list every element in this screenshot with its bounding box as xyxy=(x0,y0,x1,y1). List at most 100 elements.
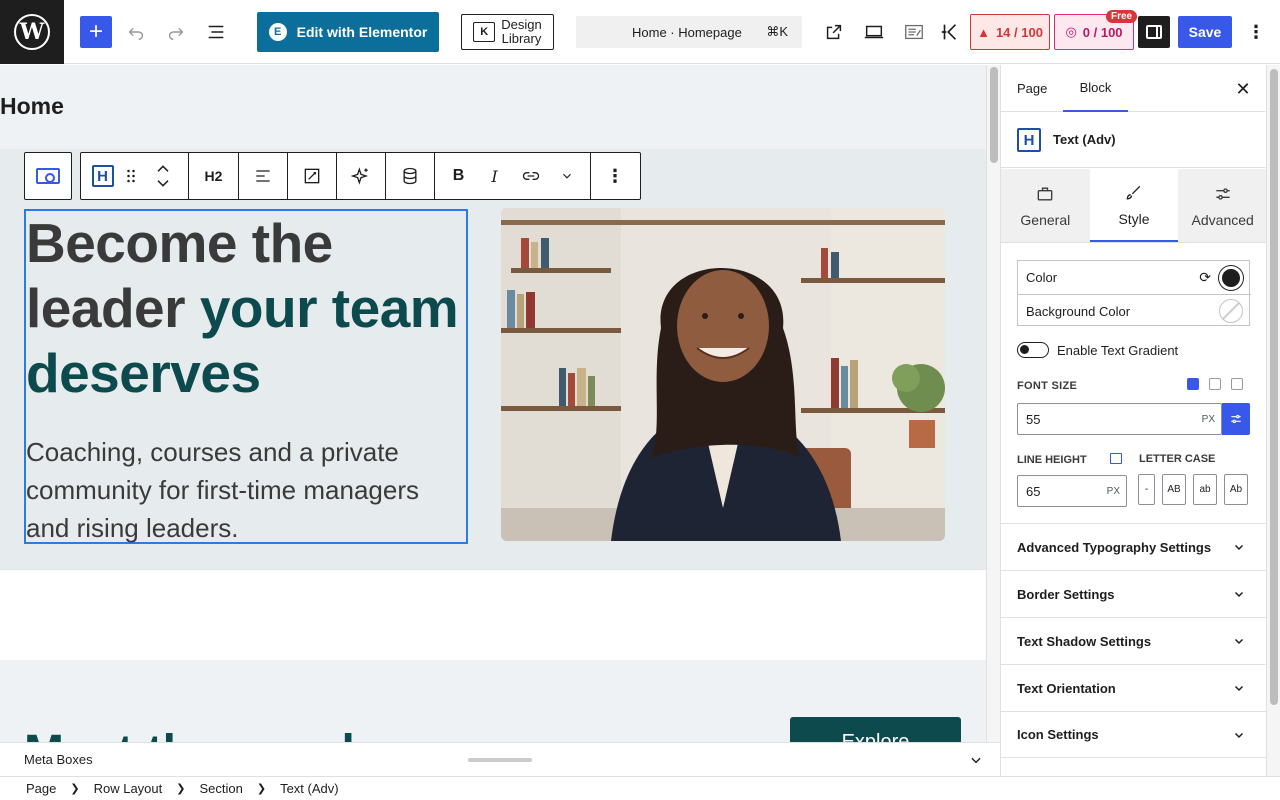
credits-badge-red[interactable]: ▲ 14 / 100 xyxy=(970,14,1050,50)
format-group: B I xyxy=(435,153,591,199)
block-switcher-group: H xyxy=(81,153,189,199)
edit-with-elementor-button[interactable]: E Edit with Elementor xyxy=(257,12,439,52)
more-vertical-icon: ⋮ xyxy=(1247,21,1265,42)
reset-icon[interactable]: ⟳ xyxy=(1199,269,1211,286)
close-sidebar-button[interactable]: ✕ xyxy=(1231,77,1255,101)
font-size-unit[interactable]: PX xyxy=(1202,414,1215,425)
mobile-icon[interactable] xyxy=(1231,378,1243,390)
block-type-button[interactable]: H xyxy=(87,153,119,199)
tab-block[interactable]: Block xyxy=(1063,65,1128,112)
heading-level-button[interactable]: H2 xyxy=(189,153,239,199)
brush-icon xyxy=(1126,185,1141,200)
text-shadow-accordion[interactable]: Text Shadow Settings xyxy=(1001,617,1266,664)
advanced-typography-accordion[interactable]: Advanced Typography Settings xyxy=(1001,523,1266,570)
block-card-title: Text (Adv) xyxy=(1053,132,1116,147)
design-library-button[interactable]: K Design Library xyxy=(461,14,554,50)
align-button[interactable] xyxy=(239,153,288,199)
coach-section-heading[interactable]: Meet the coach xyxy=(24,725,371,742)
save-button[interactable]: Save xyxy=(1178,16,1232,48)
block-toolbar: H H2 B I ⋮ xyxy=(80,152,641,200)
view-page-button[interactable] xyxy=(818,16,850,48)
options-menu-button[interactable]: ⋮ xyxy=(1244,16,1268,48)
block-card: H Text (Adv) xyxy=(1001,112,1266,168)
letter-case-uppercase[interactable]: AB xyxy=(1162,474,1186,505)
spacer-section[interactable] xyxy=(0,569,986,660)
letter-case-label: LETTER CASE xyxy=(1139,453,1216,465)
dynamic-content-button[interactable] xyxy=(288,153,337,199)
elementor-icon: E xyxy=(268,23,287,41)
text-gradient-label: Enable Text Gradient xyxy=(1057,342,1179,358)
redo-button[interactable] xyxy=(160,16,192,48)
accordion-label: Text Shadow Settings xyxy=(1017,633,1152,649)
background-color-control[interactable]: Background Color xyxy=(1018,294,1251,327)
sidebar-scroll-thumb[interactable] xyxy=(1270,69,1278,705)
font-size-custom-toggle[interactable] xyxy=(1222,403,1250,435)
resize-handle[interactable] xyxy=(468,758,532,762)
tab-page[interactable]: Page xyxy=(1017,65,1047,112)
bold-icon: B xyxy=(452,167,465,184)
drag-handle[interactable] xyxy=(119,153,143,199)
kadence-tools-button[interactable] xyxy=(934,16,966,48)
letter-case-lowercase[interactable]: ab xyxy=(1193,474,1217,505)
letter-case-none[interactable]: - xyxy=(1138,474,1155,505)
text-adv-block[interactable]: Become the leader your team deserves Coa… xyxy=(24,209,468,544)
desktop-icon[interactable] xyxy=(1110,453,1122,464)
notes-button[interactable] xyxy=(898,16,930,48)
icon-settings-accordion[interactable]: Icon Settings xyxy=(1001,711,1266,758)
breadcrumb-row-layout[interactable]: Row Layout xyxy=(88,781,169,796)
canvas-scroll-thumb[interactable] xyxy=(990,67,998,163)
add-block-button[interactable]: + xyxy=(80,16,112,48)
settings-sidebar-toggle[interactable] xyxy=(1138,16,1170,48)
wordpress-logo[interactable]: W xyxy=(0,0,64,64)
more-formats-button[interactable] xyxy=(549,153,585,199)
hero-subtext[interactable]: Coaching, courses and a private communit… xyxy=(26,433,466,547)
chevron-down-icon[interactable] xyxy=(968,753,984,767)
document-overview-button[interactable] xyxy=(200,16,232,48)
block-options-button[interactable]: ⋮ xyxy=(591,153,639,199)
subtab-general[interactable]: General xyxy=(1001,169,1090,242)
undo-button[interactable] xyxy=(120,16,152,48)
close-icon: ✕ xyxy=(1235,78,1251,99)
border-settings-accordion[interactable]: Border Settings xyxy=(1001,570,1266,617)
text-color-control[interactable]: Color ⟳ xyxy=(1018,261,1251,294)
command-palette-button[interactable]: Home · Homepage ⌘K xyxy=(576,16,802,48)
page-title[interactable]: Home xyxy=(0,93,64,120)
background-color-label: Background Color xyxy=(1026,303,1131,319)
plus-icon: + xyxy=(88,18,103,45)
text-orientation-accordion[interactable]: Text Orientation xyxy=(1001,664,1266,711)
color-settings: Color ⟳ Background Color xyxy=(1017,260,1251,327)
design-library-label: Design Library xyxy=(501,18,541,46)
desktop-icon xyxy=(864,25,884,39)
wordpress-icon: W xyxy=(14,14,50,50)
select-parent-block-button[interactable] xyxy=(24,152,72,200)
line-height-input[interactable]: 65 PX xyxy=(1017,475,1127,507)
explore-button[interactable]: Explore xyxy=(790,717,961,742)
text-color-swatch[interactable] xyxy=(1219,265,1243,290)
italic-button[interactable]: I xyxy=(477,153,513,199)
device-preview-button[interactable] xyxy=(858,16,890,48)
bold-button[interactable]: B xyxy=(441,153,477,199)
canvas-scrollbar[interactable] xyxy=(986,65,1000,742)
background-color-swatch[interactable] xyxy=(1219,299,1243,323)
line-height-unit[interactable]: PX xyxy=(1107,486,1120,497)
text-gradient-toggle[interactable] xyxy=(1017,342,1049,358)
subtab-advanced-label: Advanced xyxy=(1191,211,1254,228)
ai-button[interactable] xyxy=(337,153,386,199)
font-size-input[interactable]: 55 PX xyxy=(1017,403,1222,435)
desktop-icon[interactable] xyxy=(1187,378,1199,390)
hero-image[interactable] xyxy=(501,208,945,541)
tablet-icon[interactable] xyxy=(1209,378,1221,390)
chevron-up-icon xyxy=(156,165,169,172)
link-button[interactable] xyxy=(513,153,549,199)
hero-headline[interactable]: Become the leader your team deserves xyxy=(26,211,470,406)
chevron-right-icon: ❯ xyxy=(176,783,186,795)
dynamic-data-button[interactable] xyxy=(386,153,435,199)
subtab-advanced[interactable]: Advanced xyxy=(1178,169,1266,242)
breadcrumb-page[interactable]: Page xyxy=(26,781,62,796)
letter-case-capitalize[interactable]: Ab xyxy=(1224,474,1248,505)
sidebar-scrollbar[interactable] xyxy=(1266,65,1280,776)
breadcrumb-section[interactable]: Section xyxy=(193,781,248,796)
move-block-control[interactable] xyxy=(143,153,183,199)
subtab-style[interactable]: Style xyxy=(1089,169,1179,242)
meta-boxes-panel[interactable]: Meta Boxes xyxy=(0,742,1000,776)
